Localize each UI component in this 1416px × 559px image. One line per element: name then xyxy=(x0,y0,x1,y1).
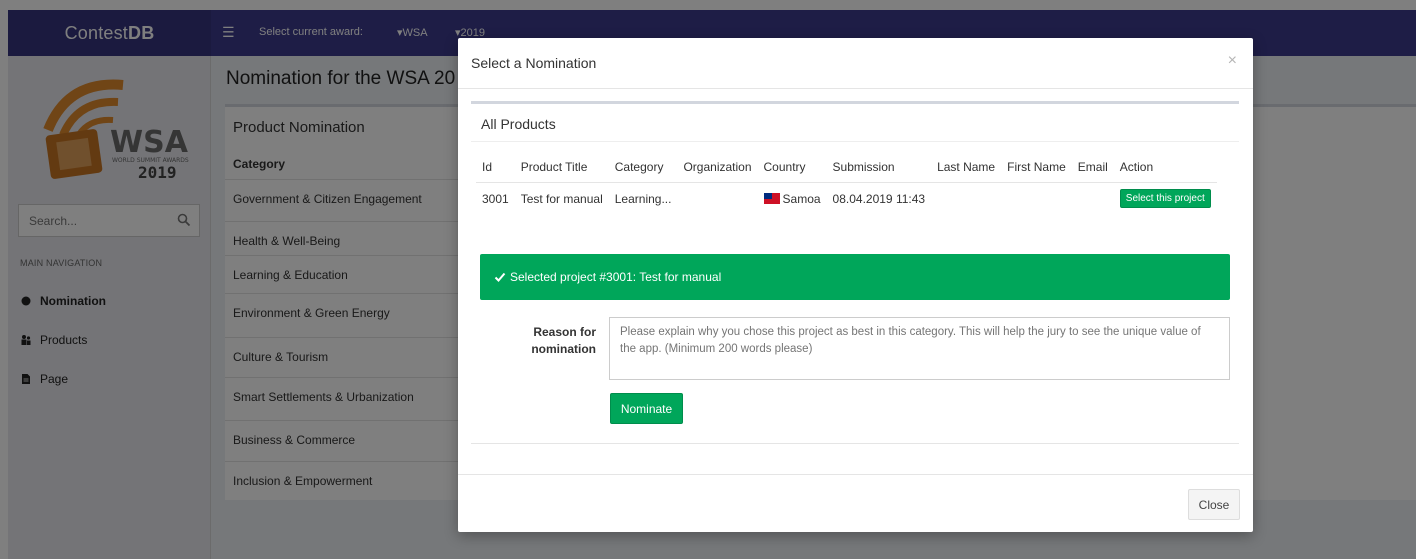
alert-text: Selected project #3001: Test for manual xyxy=(510,270,722,284)
products-table: Id Product Title Category Organization C… xyxy=(476,152,1217,215)
product-action: Select this project xyxy=(1113,181,1217,215)
reason-label-line: nomination xyxy=(531,342,596,356)
close-icon[interactable]: × xyxy=(1228,52,1237,70)
column-header: Id xyxy=(482,159,493,174)
column-header: Country xyxy=(763,159,806,174)
reason-textarea[interactable] xyxy=(609,317,1230,380)
column-header: Organization xyxy=(683,159,752,174)
select-nomination-modal: Select a Nomination × All Products Id Pr… xyxy=(458,38,1253,532)
product-first-name xyxy=(1001,181,1072,215)
nominate-button[interactable]: Nominate xyxy=(610,393,683,424)
modal-title: Select a Nomination xyxy=(471,55,597,71)
all-products-box: All Products Id Product Title Category O… xyxy=(471,101,1239,444)
column-header: Last Name xyxy=(937,159,996,174)
country-name: Samoa xyxy=(782,191,821,206)
products-title: All Products xyxy=(481,116,556,132)
selected-project-alert: Selected project #3001: Test for manual xyxy=(480,254,1230,300)
modal-header: Select a Nomination × xyxy=(458,38,1253,89)
product-email xyxy=(1071,181,1114,215)
check-icon xyxy=(494,272,506,282)
divider xyxy=(471,141,1239,142)
column-header: Email xyxy=(1077,159,1108,174)
column-header: Product Title xyxy=(520,159,588,174)
product-organization xyxy=(677,181,758,215)
samoa-flag-icon xyxy=(763,192,780,204)
product-title-link[interactable]: Test for manual xyxy=(514,181,609,215)
close-button[interactable]: Close xyxy=(1188,489,1240,520)
product-category: Learning... xyxy=(608,181,678,215)
column-header: Submission xyxy=(832,159,895,174)
select-project-button[interactable]: Select this project xyxy=(1119,189,1211,209)
product-country: Samoa xyxy=(757,181,827,215)
product-submission: 08.04.2019 11:43 xyxy=(826,181,932,215)
table-header-row: Id Product Title Category Organization C… xyxy=(476,152,1217,182)
column-header: Action xyxy=(1119,159,1154,174)
reason-label-line: Reason for xyxy=(533,325,596,339)
alert-content: Selected project #3001: Test for manual xyxy=(494,270,721,284)
product-id-link[interactable]: 3001 xyxy=(476,181,515,215)
table-row: 3001 Test for manual Learning... Samoa 0… xyxy=(476,181,1217,215)
modal-footer: Close xyxy=(458,474,1253,532)
reason-label: Reason for nomination xyxy=(508,324,596,358)
column-header: Category xyxy=(614,159,664,174)
product-last-name xyxy=(931,181,1002,215)
column-header: First Name xyxy=(1007,159,1066,174)
